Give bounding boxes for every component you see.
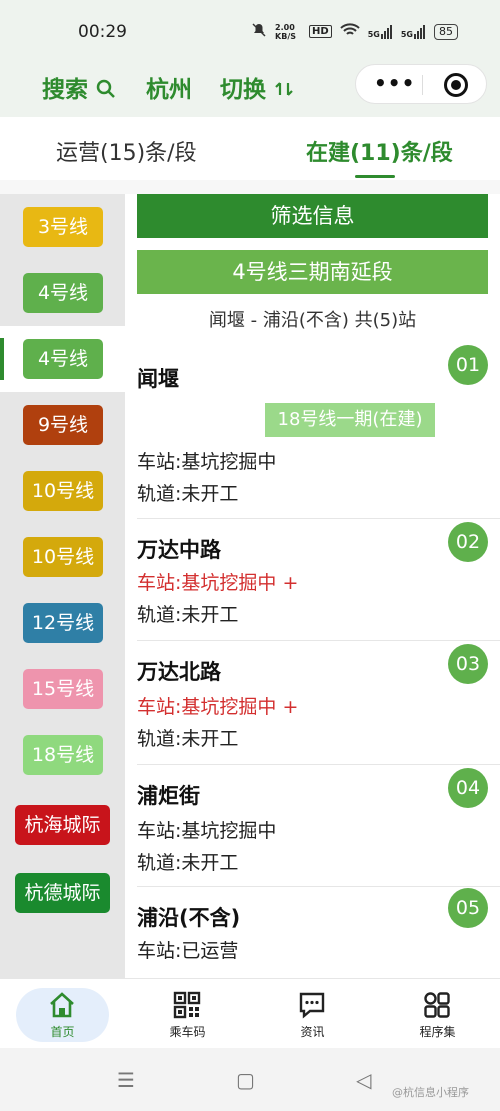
filter-button[interactable]: 筛选信息: [137, 194, 488, 238]
tab-news-label: 资讯: [300, 1025, 325, 1039]
sidebar-item-line15[interactable]: 15号线: [0, 656, 125, 722]
line-pill: 10号线: [23, 471, 103, 511]
tab-home-label: 首页: [50, 1025, 75, 1039]
section-title[interactable]: 4号线三期南延段: [137, 250, 488, 294]
qr-code-icon: [173, 991, 201, 1019]
line-pill: 杭海城际: [15, 805, 110, 845]
line-detail: 筛选信息 4号线三期南延段 闻堰 - 浦沿(不含) 共(5)站 闻堰 01 18…: [125, 194, 500, 978]
tab-active-indicator: [355, 175, 395, 178]
sidebar-item-line9[interactable]: 9号线: [0, 392, 125, 458]
line-pill: 4号线: [23, 273, 103, 313]
bottom-tabbar: 首页 乘车码 资讯 程序集: [0, 978, 500, 1048]
station-status[interactable]: 车站:基坑挖掘中 +: [137, 692, 298, 719]
line-pill: 4号线: [23, 339, 103, 379]
status-bar: 00:29 2.00 KB/S HD 5G 5G 85: [0, 0, 500, 60]
hd-badge: HD: [309, 25, 332, 38]
station-item[interactable]: 03 万达北路 车站:基坑挖掘中 + 轨道:未开工: [137, 640, 488, 764]
sidebar-item-line12[interactable]: 12号线: [0, 590, 125, 656]
station-item[interactable]: 04 浦炬街 车站:基坑挖掘中 轨道:未开工: [137, 764, 488, 886]
speed-text: 2.00 KB/S: [275, 22, 297, 41]
station-item[interactable]: 闻堰 01 18号线一期(在建) 车站:基坑挖掘中 轨道:未开工: [137, 345, 488, 519]
station-status: 车站:基坑挖掘中: [137, 820, 277, 842]
city-button[interactable]: 杭州: [146, 70, 192, 104]
status-tabs: 运营(15)条/段 在建(11)条/段: [0, 117, 500, 180]
wifi-icon: [340, 23, 360, 40]
station-status: 车站:已运营: [137, 940, 239, 962]
station-number: 04: [448, 768, 488, 808]
tab-qr[interactable]: 乘车码: [125, 979, 250, 1049]
tab-home[interactable]: 首页: [0, 979, 125, 1049]
line-sidebar: 3号线 4号线 4号线 9号线 10号线 10号线 12号线 15号线 18号线…: [0, 194, 125, 978]
search-button[interactable]: 搜索: [42, 70, 116, 104]
station-name: 万达北路: [137, 660, 221, 684]
transfer-badge[interactable]: 18号线一期(在建): [265, 403, 435, 437]
station-status: 车站:基坑挖掘中: [137, 451, 277, 473]
tab-operating[interactable]: 运营(15)条/段: [56, 135, 197, 167]
tab-news[interactable]: 资讯: [250, 979, 375, 1049]
nav-bar: 搜索 杭州 切换 •••: [0, 60, 500, 117]
station-item[interactable]: 02 万达中路 车站:基坑挖掘中 + 轨道:未开工: [137, 518, 488, 640]
line-pill: 3号线: [23, 207, 103, 247]
switch-label: 切换: [220, 77, 266, 103]
line-pill: 18号线: [23, 735, 103, 775]
station-name: 闻堰: [137, 367, 179, 391]
home-square-icon[interactable]: ▢: [236, 1068, 255, 1092]
station-number: 03: [448, 644, 488, 684]
search-icon: [96, 79, 115, 98]
system-nav-bar: ☰ ▢ ◁: [0, 1048, 500, 1111]
line-pill: 15号线: [23, 669, 103, 709]
station-number: 05: [448, 888, 488, 928]
track-status: 轨道:未开工: [137, 852, 239, 874]
swap-icon: [275, 82, 293, 96]
switch-button[interactable]: 切换: [220, 70, 294, 104]
sidebar-item-line4b[interactable]: 4号线: [0, 326, 125, 392]
tab-qr-label: 乘车码: [169, 1025, 206, 1039]
status-icons: 2.00 KB/S HD 5G 5G 85: [251, 22, 458, 41]
line-pill: 12号线: [23, 603, 103, 643]
line-pill: 9号线: [23, 405, 103, 445]
tab-building[interactable]: 在建(11)条/段: [306, 135, 453, 167]
station-range: 闻堰 - 浦沿(不含) 共(5)站: [208, 310, 417, 331]
station-name: 浦沿(不含): [137, 906, 241, 930]
station-name: 万达中路: [137, 538, 221, 562]
miniprogram-capsule: •••: [355, 64, 487, 104]
station-number: 02: [448, 522, 488, 562]
home-icon: [50, 992, 74, 1018]
track-status: 轨道:未开工: [137, 604, 239, 626]
menu-icon[interactable]: ☰: [117, 1068, 135, 1092]
sidebar-item-line10a[interactable]: 10号线: [0, 458, 125, 524]
line-pill: 杭德城际: [15, 873, 110, 913]
chat-icon: [299, 992, 325, 1019]
sidebar-item-line3[interactable]: 3号线: [0, 194, 125, 260]
station-status[interactable]: 车站:基坑挖掘中 +: [137, 568, 298, 595]
search-label: 搜索: [42, 77, 88, 103]
track-status: 轨道:未开工: [137, 728, 239, 750]
sidebar-item-line4a[interactable]: 4号线: [0, 260, 125, 326]
sidebar-item-line10b[interactable]: 10号线: [0, 524, 125, 590]
watermark: @杭信息小程序: [392, 1086, 469, 1099]
sidebar-item-line18[interactable]: 18号线: [0, 722, 125, 788]
sidebar-item-hangde[interactable]: 杭德城际: [0, 860, 125, 926]
capsule-divider: [422, 75, 423, 95]
tab-apps[interactable]: 程序集: [375, 979, 500, 1049]
more-icon[interactable]: •••: [374, 71, 415, 95]
track-status: 轨道:未开工: [137, 483, 239, 505]
back-icon[interactable]: ◁: [356, 1068, 371, 1092]
station-name: 浦炬街: [137, 784, 200, 808]
tab-apps-label: 程序集: [419, 1025, 456, 1039]
line-pill: 10号线: [23, 537, 103, 577]
mute-icon: [251, 22, 267, 41]
close-target-icon[interactable]: [444, 73, 468, 97]
signal-2: 5G: [401, 24, 426, 39]
apps-grid-icon: [424, 992, 450, 1018]
battery-icon: 85: [434, 23, 458, 40]
sidebar-item-hanghai[interactable]: 杭海城际: [0, 792, 125, 858]
signal-1: 5G: [368, 24, 393, 39]
station-number: 01: [448, 345, 488, 385]
station-item[interactable]: 05 浦沿(不含) 车站:已运营: [137, 886, 488, 978]
status-time: 00:29: [78, 22, 127, 42]
